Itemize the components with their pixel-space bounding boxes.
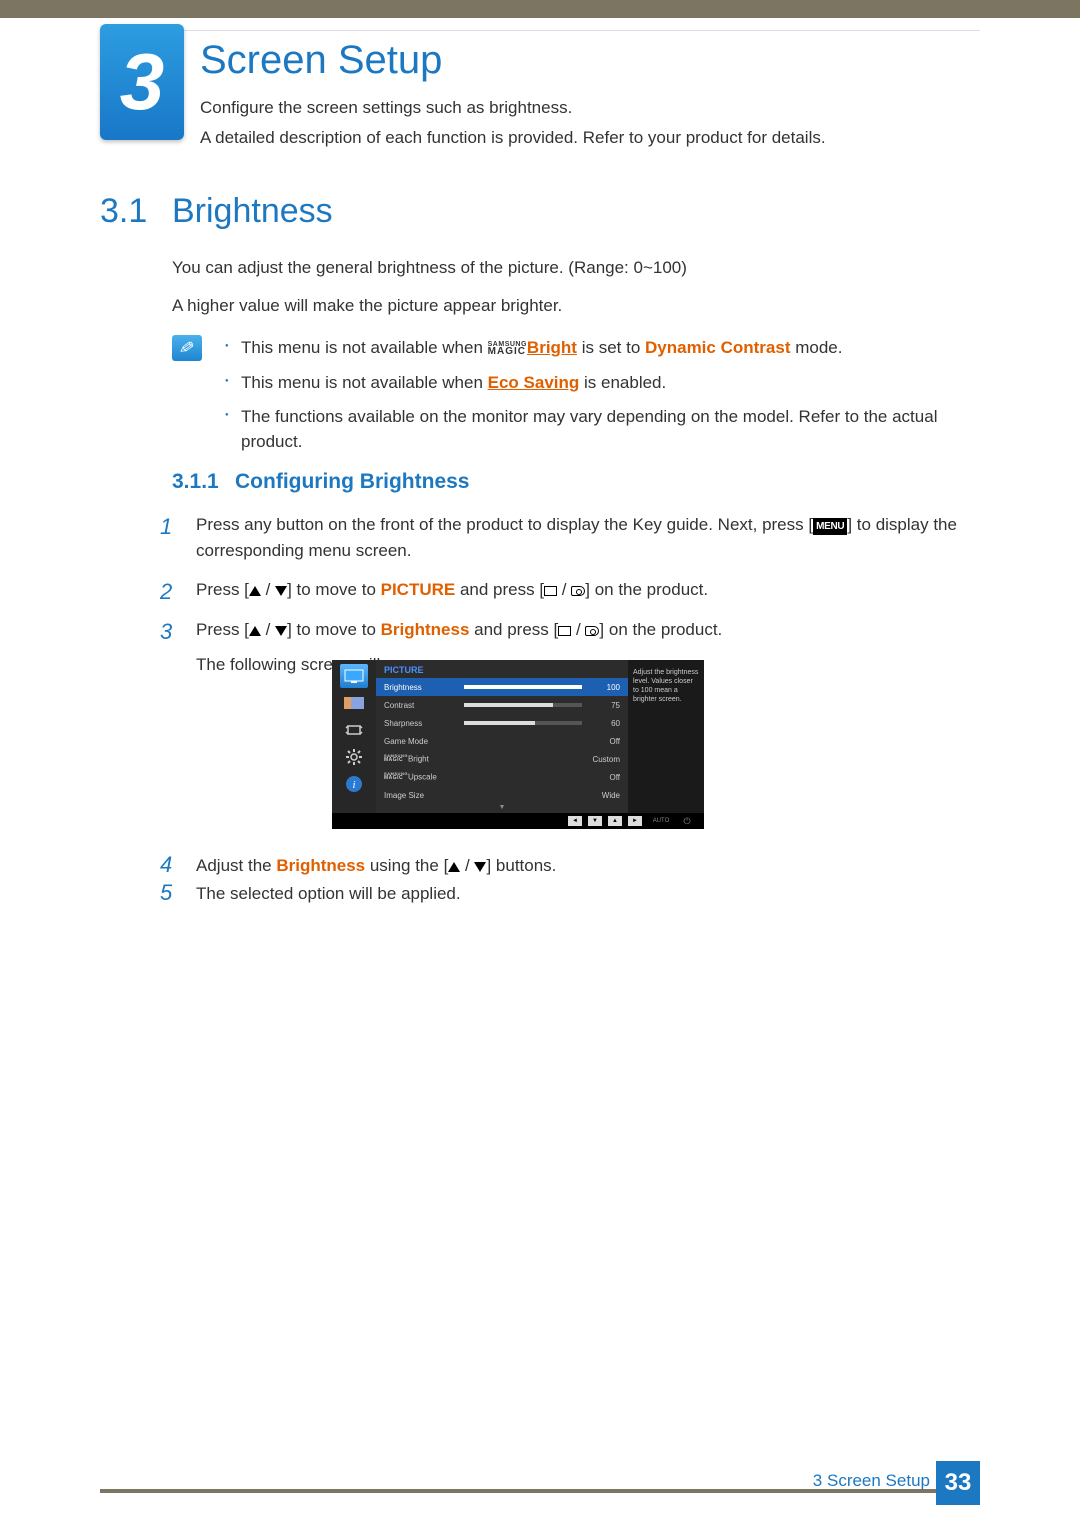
down-arrow-icon bbox=[275, 586, 287, 596]
osd-nav-up-icon: ▲ bbox=[608, 816, 622, 826]
osd-row-value: Off bbox=[590, 773, 620, 782]
note-item-3: The functions available on the monitor m… bbox=[225, 405, 980, 454]
osd-row-value: Wide bbox=[590, 791, 620, 800]
osd-help-text: Adjust the brightness level. Values clos… bbox=[628, 660, 704, 813]
osd-row-label: Contrast bbox=[384, 701, 464, 710]
chapter-badge: 3 bbox=[100, 24, 184, 140]
source-icon bbox=[571, 586, 585, 596]
menu-button-icon: MENU bbox=[813, 518, 847, 535]
footer-page-number: 33 bbox=[936, 1461, 980, 1505]
osd-row-value: 60 bbox=[590, 719, 620, 728]
step-1: 1 Press any button on the front of the p… bbox=[160, 512, 980, 563]
osd-row: Brightness 100 bbox=[376, 678, 628, 696]
osd-row-value: 100 bbox=[590, 683, 620, 692]
osd-main-panel: PICTURE Brightness 100 Contrast 75 Sharpness… bbox=[376, 660, 628, 813]
top-stripe bbox=[0, 0, 1080, 18]
up-arrow-icon bbox=[448, 862, 460, 872]
up-arrow-icon bbox=[249, 626, 261, 636]
step-5: 5The selected option will be applied. bbox=[160, 880, 980, 906]
osd-power-icon: ⏻ bbox=[680, 816, 694, 827]
osd-tab-settings-icon bbox=[340, 745, 368, 769]
osd-row: Sharpness 60 bbox=[376, 714, 628, 732]
intro-line-1: Configure the screen settings such as br… bbox=[200, 98, 572, 118]
osd-screenshot: i PICTURE Brightness 100 Contrast 75 Sharpne… bbox=[332, 660, 704, 829]
osd-slider-bar bbox=[464, 703, 582, 707]
osd-tab-size-icon bbox=[340, 718, 368, 742]
osd-tab-picture-icon bbox=[340, 664, 368, 688]
osd-row-label: Game Mode bbox=[384, 737, 464, 746]
osd-slider-bar bbox=[464, 721, 582, 725]
osd-row-value: 75 bbox=[590, 701, 620, 710]
down-arrow-icon bbox=[275, 626, 287, 636]
section-number: 3.1 bbox=[100, 192, 147, 231]
osd-row-label: SAMSUNGMAGICUpscale bbox=[384, 772, 464, 782]
svg-text:i: i bbox=[352, 779, 355, 791]
osd-button-bar: ◄ ▼ ▲ ► AUTO ⏻ bbox=[332, 813, 704, 829]
step-2: 2 Press [ / ] to move to PICTURE and pre… bbox=[160, 577, 980, 603]
step-4: 4Adjust the Brightness using the [ / ] b… bbox=[160, 848, 980, 881]
samsung-magic-brand: SAMSUNGMAGIC bbox=[488, 342, 527, 356]
osd-scroll-indicator-icon: ▼ bbox=[376, 804, 628, 813]
osd-row-label: Sharpness bbox=[384, 719, 464, 728]
note-item-2: This menu is not available when Eco Savi… bbox=[225, 371, 980, 396]
intro-line-2: A detailed description of each function … bbox=[200, 128, 826, 148]
osd-row: Image Size Wide bbox=[376, 786, 628, 804]
up-arrow-icon bbox=[249, 586, 261, 596]
magic-bright-link[interactable]: Bright bbox=[527, 338, 577, 357]
osd-row: Game Mode Off bbox=[376, 732, 628, 750]
osd-auto-button: AUTO bbox=[648, 818, 674, 824]
osd-nav-down-icon: ▼ bbox=[588, 816, 602, 826]
osd-nav-right-icon: ► bbox=[628, 816, 642, 826]
enter-icon bbox=[544, 586, 557, 596]
body-paragraph-1: You can adjust the general brightness of… bbox=[172, 258, 687, 278]
subsection-number: 3.1.1 bbox=[172, 470, 219, 494]
subsection-title: Configuring Brightness bbox=[235, 470, 470, 494]
osd-row-value: Off bbox=[590, 737, 620, 746]
chapter-number: 3 bbox=[120, 36, 165, 128]
osd-row-label: Image Size bbox=[384, 791, 464, 800]
brightness-text: Brightness bbox=[381, 620, 470, 639]
note-icon bbox=[172, 335, 202, 361]
down-arrow-icon bbox=[474, 862, 486, 872]
picture-text: PICTURE bbox=[381, 580, 456, 599]
osd-panel-header: PICTURE bbox=[376, 660, 628, 678]
osd-slider-bar bbox=[464, 685, 582, 689]
osd-row: SAMSUNGMAGICBright Custom bbox=[376, 750, 628, 768]
osd-row-label: SAMSUNGMAGICBright bbox=[384, 754, 464, 764]
brightness-text: Brightness bbox=[276, 856, 365, 875]
note-list: This menu is not available when SAMSUNGM… bbox=[225, 336, 980, 465]
chapter-title: Screen Setup bbox=[200, 38, 442, 83]
osd-tab-color-icon bbox=[340, 691, 368, 715]
footer-chapter-label: 3 Screen Setup bbox=[813, 1471, 930, 1491]
eco-saving-link[interactable]: Eco Saving bbox=[488, 373, 580, 392]
source-icon bbox=[585, 626, 599, 636]
section-title: Brightness bbox=[172, 192, 333, 231]
osd-tab-info-icon: i bbox=[340, 772, 368, 796]
osd-row: Contrast 75 bbox=[376, 696, 628, 714]
page-footer: 3 Screen Setup 33 bbox=[0, 1473, 1080, 1527]
osd-row-value: Custom bbox=[590, 755, 620, 764]
osd-row: SAMSUNGMAGICUpscale Off bbox=[376, 768, 628, 786]
osd-row-label: Brightness bbox=[384, 683, 464, 692]
header-rule bbox=[100, 30, 980, 31]
osd-nav-left-icon: ◄ bbox=[568, 816, 582, 826]
dynamic-contrast-text: Dynamic Contrast bbox=[645, 338, 790, 357]
body-paragraph-2: A higher value will make the picture app… bbox=[172, 296, 562, 316]
note-item-1: This menu is not available when SAMSUNGM… bbox=[225, 336, 980, 361]
enter-icon bbox=[558, 626, 571, 636]
osd-sidebar: i bbox=[332, 660, 376, 813]
